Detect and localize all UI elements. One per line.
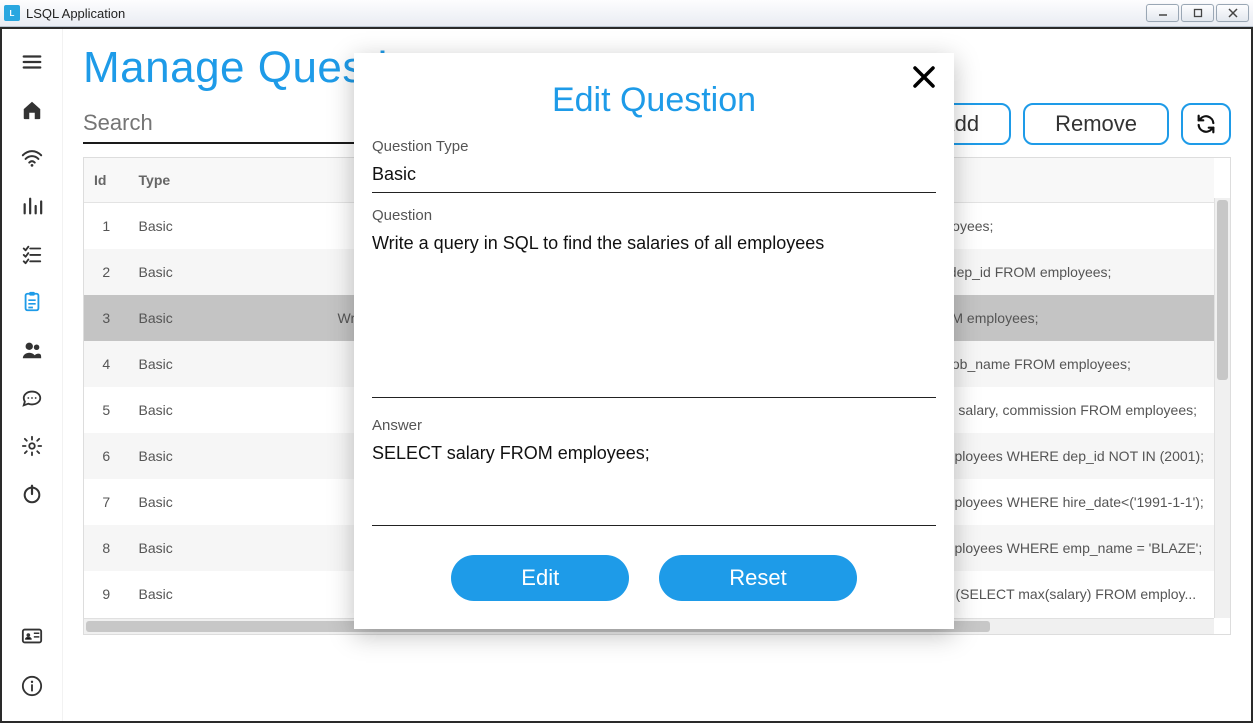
checklist-icon	[21, 243, 43, 265]
minimize-button[interactable]	[1146, 4, 1179, 22]
edit-question-modal: Edit Question Question Type Question Ans…	[354, 53, 954, 629]
sidebar-item-info[interactable]	[11, 667, 53, 705]
question-type-label: Question Type	[372, 138, 936, 155]
remove-button[interactable]: Remove	[1023, 103, 1169, 145]
question-label: Question	[372, 207, 936, 224]
sidebar-item-questions[interactable]	[11, 283, 53, 321]
id-card-icon	[21, 625, 43, 647]
cell-type: Basic	[129, 341, 215, 387]
cell-id: 5	[84, 387, 129, 433]
cell-id: 4	[84, 341, 129, 387]
refresh-button[interactable]	[1181, 103, 1231, 145]
menu-toggle[interactable]	[11, 43, 53, 81]
cell-id: 1	[84, 203, 129, 249]
answer-input[interactable]	[372, 438, 936, 526]
app-icon: L	[4, 5, 20, 21]
wifi-icon	[21, 147, 43, 169]
cell-type: Basic	[129, 479, 215, 525]
cell-type: Basic	[129, 433, 215, 479]
gear-icon	[21, 435, 43, 457]
sidebar-item-tasks[interactable]	[11, 235, 53, 273]
cell-type: Basic	[129, 295, 215, 341]
cell-type: Basic	[129, 387, 215, 433]
bar-chart-icon	[21, 195, 43, 217]
cell-id: 6	[84, 433, 129, 479]
cell-id: 9	[84, 571, 129, 617]
sidebar-item-settings[interactable]	[11, 427, 53, 465]
info-icon	[21, 675, 43, 697]
edit-button[interactable]: Edit	[451, 555, 629, 601]
cell-type: Basic	[129, 249, 215, 295]
hamburger-icon	[21, 51, 43, 73]
reset-button[interactable]: Reset	[659, 555, 856, 601]
sidebar-item-card[interactable]	[11, 617, 53, 655]
maximize-button[interactable]	[1181, 4, 1214, 22]
sidebar-item-home[interactable]	[11, 91, 53, 129]
sidebar	[2, 29, 63, 721]
answer-label: Answer	[372, 417, 936, 434]
cell-id: 8	[84, 525, 129, 571]
close-icon	[1228, 8, 1238, 18]
cell-type: Basic	[129, 203, 215, 249]
close-window-button[interactable]	[1216, 4, 1249, 22]
question-input[interactable]	[372, 228, 936, 398]
cell-type: Basic	[129, 525, 215, 571]
close-modal-button[interactable]	[912, 65, 936, 94]
window-titlebar: L LSQL Application	[0, 0, 1253, 27]
sidebar-item-chat[interactable]	[11, 379, 53, 417]
clipboard-icon	[21, 291, 43, 313]
close-icon	[912, 65, 936, 89]
col-header-type[interactable]: Type	[129, 158, 215, 203]
sidebar-item-reports[interactable]	[11, 187, 53, 225]
power-icon	[21, 483, 43, 505]
sidebar-item-users[interactable]	[11, 331, 53, 369]
sidebar-item-power[interactable]	[11, 475, 53, 513]
window-title: LSQL Application	[26, 6, 1144, 21]
minimize-icon	[1158, 8, 1168, 18]
question-type-input[interactable]	[372, 159, 936, 193]
sidebar-item-network[interactable]	[11, 139, 53, 177]
modal-title: Edit Question	[372, 81, 936, 120]
cell-id: 2	[84, 249, 129, 295]
cell-id: 3	[84, 295, 129, 341]
refresh-icon	[1195, 113, 1217, 135]
chat-icon	[21, 387, 43, 409]
maximize-icon	[1193, 8, 1203, 18]
col-header-id[interactable]: Id	[84, 158, 129, 203]
cell-type: Basic	[129, 571, 215, 617]
cell-id: 7	[84, 479, 129, 525]
scroll-thumb[interactable]	[1217, 200, 1228, 380]
home-icon	[21, 99, 43, 121]
vertical-scrollbar[interactable]	[1214, 198, 1230, 618]
users-icon	[21, 339, 43, 361]
